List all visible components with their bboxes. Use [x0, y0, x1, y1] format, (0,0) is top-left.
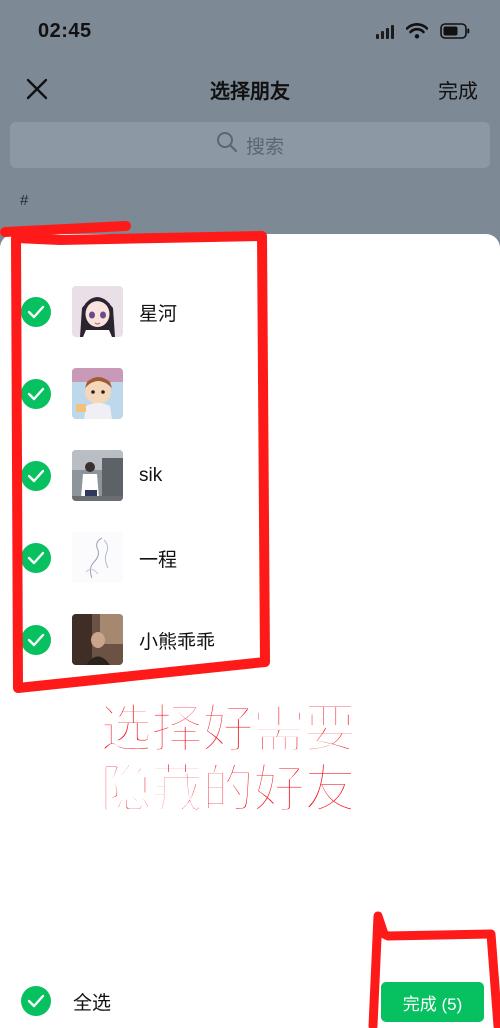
annotation-caption: 选择好需要 隐藏的好友	[99, 699, 420, 821]
annotation-line: 选择好需要	[99, 699, 357, 761]
friend-row[interactable]: 小熊乖乖	[0, 599, 500, 681]
photo-avatar	[72, 450, 123, 501]
annotation-line: 隐藏的好友	[99, 759, 357, 821]
dark-photo-avatar	[72, 614, 123, 665]
select-all-toggle[interactable]: 全选	[21, 986, 111, 1016]
done-button[interactable]: 完成 (5)	[381, 982, 484, 1022]
close-icon[interactable]	[24, 76, 50, 102]
signal-icon	[376, 23, 394, 39]
search-input[interactable]: 搜索	[10, 122, 490, 168]
page-title: 选择朋友	[210, 80, 290, 103]
anime-girl-avatar	[72, 286, 123, 337]
checkbox-checked-icon[interactable]	[21, 297, 51, 327]
checkbox-checked-icon[interactable]	[21, 461, 51, 491]
checkbox-checked-icon[interactable]	[21, 543, 51, 573]
friend-name: 一程	[139, 549, 178, 571]
search-placeholder: 搜索	[245, 136, 284, 158]
friend-row[interactable]: 一程	[0, 517, 500, 599]
sketch-avatar	[72, 532, 123, 583]
checkbox-checked-icon[interactable]	[21, 625, 51, 655]
friend-row[interactable]: 星河	[0, 271, 500, 353]
status-bar: 02:45	[0, 0, 500, 62]
search-icon	[216, 131, 238, 159]
wifi-icon	[406, 23, 428, 39]
status-icons	[376, 23, 470, 39]
nav-bar: 选择朋友 完成	[0, 62, 500, 116]
select-all-label: 全选	[73, 992, 112, 1014]
battery-icon	[440, 23, 470, 39]
checkbox-checked-icon[interactable]	[21, 379, 51, 409]
friend-row[interactable]	[0, 353, 500, 435]
friend-name: 小熊乖乖	[139, 631, 216, 653]
status-time: 02:45	[38, 19, 92, 42]
header-done-button[interactable]: 完成	[438, 75, 478, 104]
cartoon-avatar	[72, 368, 123, 419]
friend-name: 星河	[139, 303, 178, 325]
friend-name: sik	[139, 465, 163, 486]
section-index-letter: #	[20, 192, 29, 209]
friend-list-sheet: 星河 sik 一程 小熊乖乖	[0, 234, 500, 1028]
friend-row[interactable]: sik	[0, 435, 500, 517]
checkbox-checked-icon[interactable]	[21, 986, 51, 1016]
